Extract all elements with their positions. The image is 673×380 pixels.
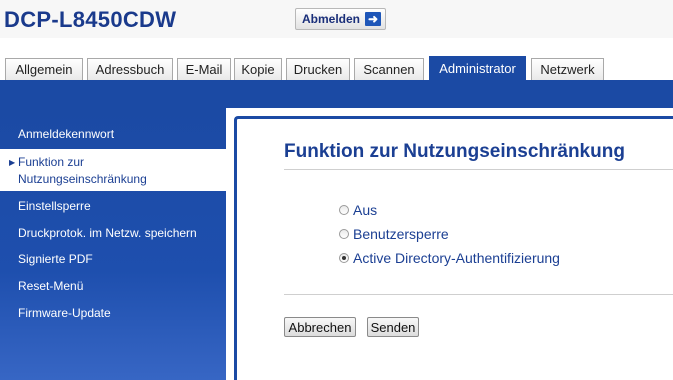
sidebar-item-reset-menue[interactable]: Reset-Menü bbox=[18, 279, 83, 293]
sidebar-item-firmware-update[interactable]: Firmware-Update bbox=[18, 306, 111, 320]
option-benutzersperre[interactable]: Benutzersperre bbox=[339, 226, 449, 242]
sidebar-item-einstellsperre[interactable]: Einstellsperre bbox=[18, 199, 91, 213]
submit-button[interactable]: Senden bbox=[367, 317, 419, 337]
page-title: Funktion zur Nutzungseinschränkung bbox=[284, 141, 625, 162]
options-divider bbox=[284, 294, 673, 295]
radio-active-directory[interactable] bbox=[339, 253, 349, 263]
sidebar-item-active-line2: Nutzungseinschränkung bbox=[18, 172, 147, 186]
tab-netzwerk[interactable]: Netzwerk bbox=[531, 58, 604, 80]
option-aus[interactable]: Aus bbox=[339, 202, 377, 218]
sidebar-item-druckprotokoll[interactable]: Druckprotok. im Netzw. speichern bbox=[18, 226, 197, 240]
logout-arrow-icon: ➜ bbox=[365, 12, 382, 26]
cancel-button[interactable]: Abbrechen bbox=[284, 317, 356, 337]
tab-email[interactable]: E-Mail bbox=[177, 58, 231, 80]
option-aus-label: Aus bbox=[353, 202, 378, 218]
printer-model-title: DCP-L8450CDW bbox=[4, 7, 177, 32]
sidebar-item-nutzungseinschraenkung[interactable]: ▶ Funktion zur Nutzungseinschränkung bbox=[0, 149, 226, 191]
tab-adressbuch[interactable]: Adressbuch bbox=[87, 58, 173, 80]
tab-allgemein[interactable]: Allgemein bbox=[5, 58, 83, 80]
logout-button[interactable]: Abmelden ➜ bbox=[295, 8, 387, 30]
sidebar-item-anmeldekennwort[interactable]: Anmeldekennwort bbox=[18, 127, 114, 141]
option-active-directory-label: Active Directory-Authentifizierung bbox=[353, 250, 560, 266]
option-benutzersperre-label: Benutzersperre bbox=[353, 226, 449, 242]
title-divider bbox=[284, 169, 673, 170]
caret-right-icon: ▶ bbox=[9, 158, 16, 167]
tab-scannen[interactable]: Scannen bbox=[354, 58, 424, 80]
radio-benutzersperre[interactable] bbox=[339, 229, 349, 239]
tab-administrator[interactable]: Administrator bbox=[429, 56, 526, 80]
logout-label: Abmelden bbox=[302, 12, 361, 26]
tab-drucken[interactable]: Drucken bbox=[286, 58, 350, 80]
radio-aus[interactable] bbox=[339, 205, 349, 215]
sidebar-item-signierte-pdf[interactable]: Signierte PDF bbox=[18, 252, 93, 266]
tab-kopie[interactable]: Kopie bbox=[234, 58, 282, 80]
sidebar-item-active-label: Funktion zur Nutzungseinschränkung bbox=[18, 154, 147, 188]
sidebar-item-active-line1: Funktion zur bbox=[18, 155, 85, 169]
option-active-directory[interactable]: Active Directory-Authentifizierung bbox=[339, 250, 560, 266]
